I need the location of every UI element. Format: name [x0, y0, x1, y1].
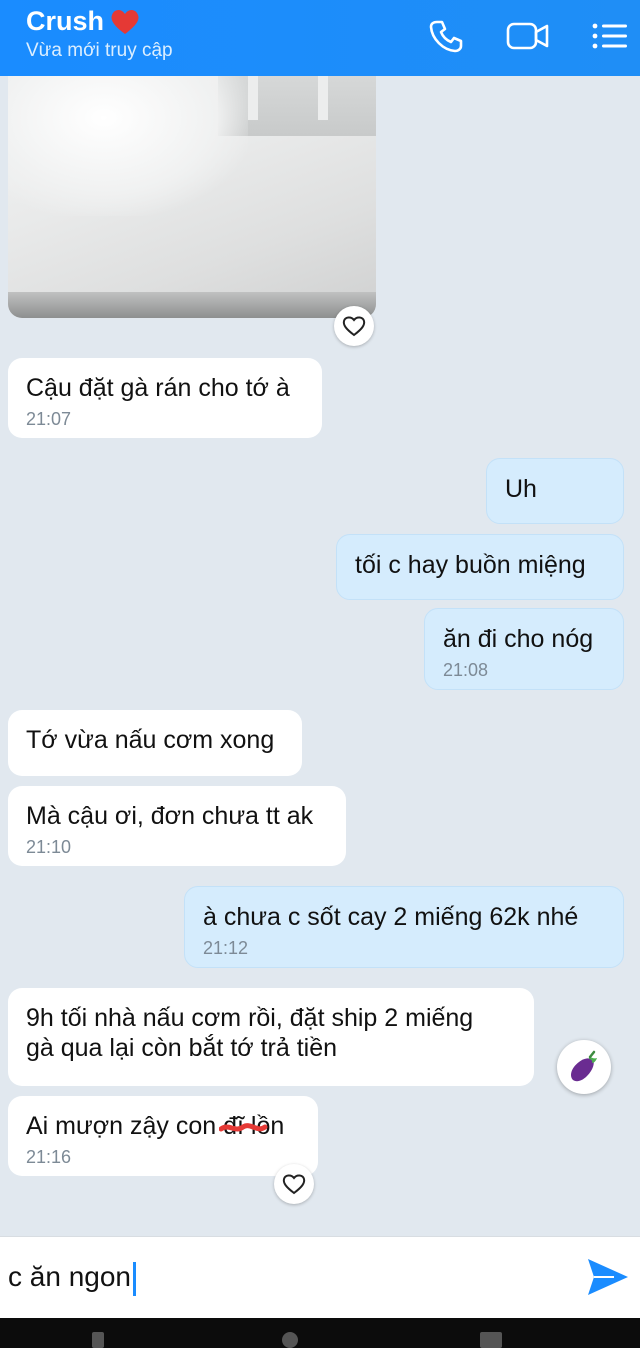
menu-icon[interactable] [588, 16, 632, 56]
message-outgoing[interactable]: tối c hay buồn miệng [336, 534, 624, 600]
message-incoming[interactable]: Mà cậu ơi, đơn chưa tt ak 21:10 [8, 786, 346, 866]
message-text: tối c hay buồn miệng [355, 551, 586, 579]
eggplant-icon[interactable] [557, 1040, 611, 1094]
message-input[interactable]: c ăn ngon [8, 1259, 136, 1296]
message-time: 21:08 [443, 660, 489, 680]
message-outgoing[interactable]: Uh [486, 458, 624, 524]
message-text: Mà cậu ơi, đơn chưa tt ak [26, 802, 314, 830]
message-text: Cậu đặt gà rán cho tớ à [26, 374, 290, 402]
video-call-icon[interactable] [506, 16, 550, 56]
home-icon[interactable] [282, 1332, 298, 1348]
message-incoming[interactable]: Ai mượn zậy con đĩ lồn 21:16 [8, 1096, 318, 1176]
message-time: 21:12 [203, 938, 249, 958]
recents-icon[interactable] [480, 1332, 502, 1348]
back-icon[interactable] [92, 1332, 104, 1348]
composer-bar: c ăn ngon [0, 1236, 640, 1318]
heart-outline-icon[interactable] [334, 306, 374, 346]
send-icon[interactable] [584, 1255, 632, 1299]
red-scribble [219, 1123, 268, 1132]
message-time: 21:07 [26, 409, 72, 429]
censored-text: đĩ lồn [219, 1111, 284, 1141]
message-time: 21:10 [26, 837, 72, 857]
heart-icon [110, 8, 140, 36]
message-incoming[interactable]: 9h tối nhà nấu cơm rồi, đặt ship 2 miếng… [8, 988, 534, 1086]
text-caret [133, 1261, 136, 1296]
system-nav-bar [0, 1318, 640, 1348]
contact-name-text: Crush [26, 6, 105, 36]
photo-message[interactable] [8, 76, 376, 318]
message-text-line: 9h tối nhà nấu cơm rồi, đặt ship 2 miếng [26, 1004, 474, 1032]
message-outgoing[interactable]: à chưa c sốt cay 2 miếng 62k nhé 21:12 [184, 886, 624, 968]
contact-name[interactable]: Crush [26, 6, 140, 37]
heart-outline-icon[interactable] [274, 1164, 314, 1204]
message-text: Tớ vừa nấu cơm xong [26, 726, 275, 754]
contact-status: Vừa mới truy cập [26, 40, 173, 61]
message-text-line: gà qua lại còn bắt tớ trả tiền [26, 1034, 338, 1062]
message-outgoing[interactable]: ăn đi cho nóg 21:08 [424, 608, 624, 690]
message-incoming[interactable]: Tớ vừa nấu cơm xong [8, 710, 302, 776]
photo-foreground [8, 76, 248, 216]
message-text: à chưa c sốt cay 2 miếng 62k nhé [203, 903, 579, 931]
message-list[interactable]: Cậu đặt gà rán cho tớ à 21:07 Uh tối c h… [0, 76, 640, 1236]
phone-icon[interactable] [424, 16, 468, 56]
message-text: Uh [505, 475, 537, 503]
message-text: ăn đi cho nóg [443, 625, 594, 653]
message-text: Ai mượn zậy con [26, 1112, 224, 1140]
message-time: 21:16 [26, 1147, 72, 1167]
message-incoming[interactable]: Cậu đặt gà rán cho tớ à 21:07 [8, 358, 322, 438]
chat-header: Crush Vừa mới truy cập [0, 0, 640, 76]
